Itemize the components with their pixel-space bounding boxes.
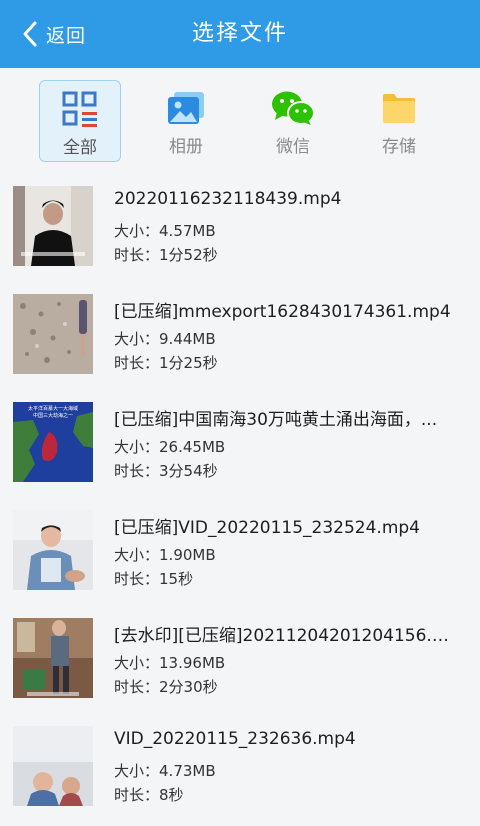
- file-name: 20220116232118439.mp4: [114, 189, 342, 209]
- duration-prefix: 时长：: [114, 786, 160, 804]
- file-name: [已压缩]VID_20220115_232524.mp4: [114, 518, 420, 538]
- tab-label: 微信: [276, 137, 310, 157]
- tab-label: 全部: [63, 138, 97, 158]
- duration-value: 1分25秒: [159, 354, 218, 372]
- size-value: 4.57MB: [159, 222, 216, 240]
- photo-album-icon: [145, 90, 227, 126]
- video-thumbnail: [13, 510, 93, 590]
- back-button[interactable]: 返回: [22, 18, 86, 50]
- tab-wechat[interactable]: 微信: [252, 80, 334, 162]
- size-value: 4.73MB: [159, 762, 216, 780]
- file-duration: 时长：1分25秒: [114, 352, 218, 373]
- file-item[interactable]: [去水印][已压缩]20211204201204156.m... 大小：13.9…: [0, 610, 480, 718]
- thumb-caption: 太平洋百慕大一大海域: [28, 405, 78, 412]
- file-name: [已压缩]中国南海30万吨黄土涌出海面，...: [114, 410, 438, 430]
- tab-label: 存储: [382, 137, 416, 157]
- duration-value: 8秒: [159, 786, 184, 804]
- size-prefix: 大小：: [114, 546, 160, 564]
- size-value: 13.96MB: [159, 654, 226, 672]
- grid-list-icon: [40, 91, 120, 127]
- file-item[interactable]: 20220116232118439.mp4 大小：4.57MB 时长：1分52秒: [0, 178, 480, 286]
- tab-label: 相册: [169, 137, 203, 157]
- file-size: 大小：26.45MB: [114, 436, 225, 457]
- tab-album[interactable]: 相册: [145, 80, 227, 162]
- file-size: 大小：4.73MB: [114, 760, 216, 781]
- size-prefix: 大小：: [114, 654, 160, 672]
- video-thumbnail: [13, 618, 93, 698]
- video-thumbnail: [13, 186, 93, 266]
- video-thumbnail: 太平洋百慕大一大海域 中国三大劫海之一: [13, 402, 93, 482]
- file-size: 大小：4.57MB: [114, 220, 216, 241]
- file-item[interactable]: 太平洋百慕大一大海域 中国三大劫海之一 [已压缩]中国南海30万吨黄土涌出海面，…: [0, 394, 480, 502]
- chevron-left-icon: [23, 21, 37, 47]
- back-label: 返回: [46, 24, 87, 47]
- duration-prefix: 时长：: [114, 246, 160, 264]
- file-list: 20220116232118439.mp4 大小：4.57MB 时长：1分52秒…: [0, 178, 480, 826]
- size-value: 26.45MB: [159, 438, 226, 456]
- video-thumbnail: [13, 726, 93, 806]
- file-size: 大小：1.90MB: [114, 544, 216, 565]
- top-bar: 返回 选择文件: [0, 0, 480, 68]
- thumb-overlay: 中国三大劫海之一: [33, 412, 73, 419]
- size-value: 9.44MB: [159, 330, 216, 348]
- file-duration: 时长：2分30秒: [114, 676, 218, 697]
- duration-prefix: 时长：: [114, 354, 160, 372]
- duration-prefix: 时长：: [114, 462, 160, 480]
- duration-value: 2分30秒: [159, 678, 218, 696]
- file-size: 大小：13.96MB: [114, 652, 225, 673]
- size-prefix: 大小：: [114, 438, 160, 456]
- duration-prefix: 时长：: [114, 570, 160, 588]
- file-name: VID_20220115_232636.mp4: [114, 729, 356, 749]
- duration-value: 15秒: [159, 570, 194, 588]
- file-duration: 时长：8秒: [114, 784, 184, 805]
- file-duration: 时长：15秒: [114, 568, 193, 589]
- tab-all[interactable]: 全部: [39, 80, 121, 162]
- size-value: 1.90MB: [159, 546, 216, 564]
- file-item[interactable]: [已压缩]VID_20220115_232524.mp4 大小：1.90MB 时…: [0, 502, 480, 610]
- folder-icon: [358, 90, 440, 126]
- size-prefix: 大小：: [114, 222, 160, 240]
- category-tabs: 全部 相册 微信 存储: [0, 80, 480, 162]
- file-name: [已压缩]mmexport1628430174361.mp4: [114, 302, 451, 322]
- duration-prefix: 时长：: [114, 678, 160, 696]
- video-thumbnail: [13, 294, 93, 374]
- tab-storage[interactable]: 存储: [358, 80, 440, 162]
- file-duration: 时长：1分52秒: [114, 244, 218, 265]
- size-prefix: 大小：: [114, 330, 160, 348]
- duration-value: 1分52秒: [159, 246, 218, 264]
- file-size: 大小：9.44MB: [114, 328, 216, 349]
- file-item[interactable]: [已压缩]mmexport1628430174361.mp4 大小：9.44MB…: [0, 286, 480, 394]
- file-item[interactable]: VID_20220115_232636.mp4 大小：4.73MB 时长：8秒: [0, 718, 480, 826]
- wechat-icon: [252, 90, 334, 126]
- file-duration: 时长：3分54秒: [114, 460, 218, 481]
- duration-value: 3分54秒: [159, 462, 218, 480]
- file-name: [去水印][已压缩]20211204201204156.m...: [114, 626, 464, 646]
- size-prefix: 大小：: [114, 762, 160, 780]
